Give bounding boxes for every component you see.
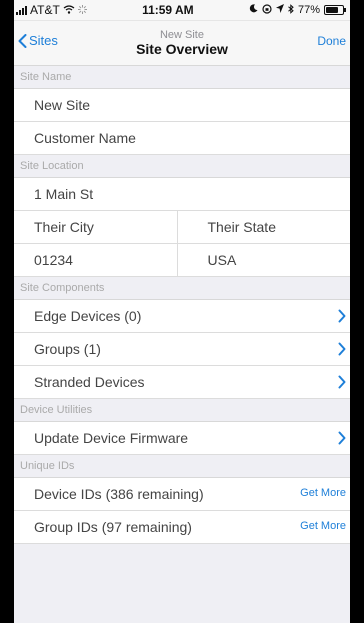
edge-devices-label: Edge Devices (0) — [34, 308, 142, 324]
section-header-site-location: Site Location — [14, 155, 350, 178]
get-more-device-ids-button[interactable]: Get More — [300, 487, 346, 499]
device-ids-row: Device IDs (386 remaining) Get More — [14, 478, 350, 511]
site-name-value: New Site — [34, 97, 91, 113]
chevron-right-icon — [338, 375, 346, 389]
rotation-lock-icon — [262, 3, 272, 17]
state-field[interactable]: Their State — [176, 211, 351, 243]
status-time: 11:59 AM — [142, 3, 194, 17]
app-frame: AT&T 11:59 AM 77% Sites New Site Site Ov… — [0, 0, 364, 623]
update-firmware-label: Update Device Firmware — [34, 430, 189, 446]
bluetooth-icon — [288, 3, 294, 17]
street-value: 1 Main St — [34, 186, 94, 202]
city-value: Their City — [34, 219, 94, 235]
page-title: Site Overview — [136, 41, 228, 58]
site-name-field[interactable]: New Site — [14, 89, 350, 122]
section-header-device-utilities: Device Utilities — [14, 399, 350, 422]
back-button[interactable]: Sites — [18, 33, 58, 48]
section-header-unique-ids: Unique IDs — [14, 455, 350, 478]
chevron-left-icon — [18, 33, 27, 48]
back-button-label: Sites — [29, 33, 58, 48]
group-ids-label: Group IDs (97 remaining) — [34, 519, 192, 535]
customer-name-field[interactable]: Customer Name — [14, 122, 350, 155]
update-firmware-row[interactable]: Update Device Firmware — [14, 422, 350, 455]
wifi-icon — [63, 3, 75, 17]
nav-subtitle: New Site — [159, 28, 204, 41]
signal-icon — [16, 5, 27, 15]
moon-icon — [249, 4, 258, 16]
city-field[interactable]: Their City — [14, 211, 177, 243]
activity-icon — [77, 3, 87, 17]
location-icon — [275, 4, 284, 16]
battery-percent: 77% — [297, 4, 320, 16]
state-value: Their State — [207, 219, 276, 235]
stranded-devices-label: Stranded Devices — [34, 374, 145, 390]
country-value: USA — [207, 252, 237, 268]
get-more-group-ids-button[interactable]: Get More — [300, 520, 346, 532]
zip-field[interactable]: 01234 — [14, 244, 177, 276]
edge-devices-row[interactable]: Edge Devices (0) — [14, 300, 350, 333]
section-header-site-name: Site Name — [14, 66, 350, 89]
done-button[interactable]: Done — [317, 34, 346, 48]
chevron-right-icon — [338, 431, 346, 445]
stranded-devices-row[interactable]: Stranded Devices — [14, 366, 350, 399]
status-bar: AT&T 11:59 AM 77% — [14, 0, 350, 21]
zip-country-row: 01234 USA — [14, 244, 350, 277]
device-ids-label: Device IDs (386 remaining) — [34, 486, 204, 502]
status-left: AT&T — [16, 3, 87, 17]
city-state-row: Their City Their State — [14, 211, 350, 244]
status-right: 77% — [249, 3, 346, 17]
group-ids-row: Group IDs (97 remaining) Get More — [14, 511, 350, 544]
street-field[interactable]: 1 Main St — [14, 178, 350, 211]
navigation-bar: Sites New Site Site Overview Done — [14, 21, 350, 66]
chevron-right-icon — [338, 309, 346, 323]
zip-value: 01234 — [34, 252, 73, 268]
nav-titles: New Site Site Overview — [136, 29, 228, 58]
carrier-label: AT&T — [30, 3, 60, 17]
section-header-site-components: Site Components — [14, 277, 350, 300]
customer-name-value: Customer Name — [34, 130, 136, 146]
groups-label: Groups (1) — [34, 341, 101, 357]
battery-icon — [324, 5, 346, 15]
country-field[interactable]: USA — [176, 244, 351, 276]
chevron-right-icon — [338, 342, 346, 356]
groups-row[interactable]: Groups (1) — [14, 333, 350, 366]
